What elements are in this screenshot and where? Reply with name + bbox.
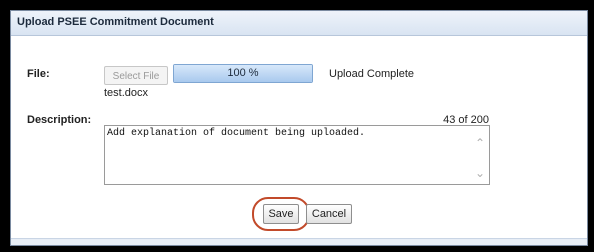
- chevron-up-icon[interactable]: ⌃: [475, 136, 485, 150]
- upload-dialog: Upload PSEE Commitment Document File: Se…: [10, 10, 588, 246]
- progress-percent: 100 %: [227, 67, 259, 79]
- dialog-footer: [11, 238, 587, 245]
- select-file-button[interactable]: Select File: [104, 66, 168, 85]
- save-button[interactable]: Save: [263, 204, 299, 224]
- dialog-title: Upload PSEE Commitment Document: [17, 16, 214, 28]
- file-label: File:: [27, 68, 50, 80]
- chevron-down-icon[interactable]: ⌄: [475, 166, 485, 180]
- upload-status: Upload Complete: [329, 68, 414, 80]
- description-textarea[interactable]: Add explanation of document being upload…: [104, 125, 490, 185]
- uploaded-file-name: test.docx: [104, 87, 149, 99]
- description-text: Add explanation of document being upload…: [107, 128, 366, 139]
- cancel-button[interactable]: Cancel: [306, 204, 352, 224]
- dialog-titlebar: Upload PSEE Commitment Document: [11, 11, 587, 36]
- upload-progress-bar: 100 %: [173, 64, 313, 83]
- description-label: Description:: [27, 114, 92, 126]
